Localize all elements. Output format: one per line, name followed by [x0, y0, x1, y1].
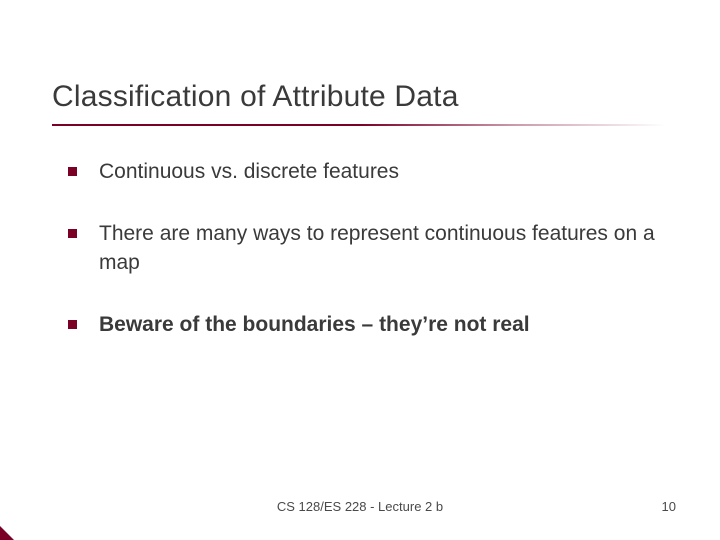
- corner-accent-icon: [0, 526, 14, 540]
- title-underline: [52, 124, 666, 126]
- bullet-item: There are many ways to represent continu…: [68, 220, 668, 277]
- square-bullet-icon: [68, 167, 77, 176]
- bullet-item: Continuous vs. discrete features: [68, 158, 668, 186]
- slide: Classification of Attribute Data Continu…: [0, 0, 720, 540]
- square-bullet-icon: [68, 229, 77, 238]
- bullet-text: Continuous vs. discrete features: [99, 158, 399, 186]
- slide-content: Continuous vs. discrete features There a…: [68, 158, 668, 373]
- square-bullet-icon: [68, 320, 77, 329]
- bullet-text: Beware of the boundaries – they’re not r…: [99, 311, 530, 339]
- bullet-text: There are many ways to represent continu…: [99, 220, 668, 277]
- footer-center-text: CS 128/ES 228 - Lecture 2 b: [0, 499, 720, 514]
- page-number: 10: [662, 499, 676, 514]
- bullet-item: Beware of the boundaries – they’re not r…: [68, 311, 668, 339]
- slide-title: Classification of Attribute Data: [52, 80, 459, 114]
